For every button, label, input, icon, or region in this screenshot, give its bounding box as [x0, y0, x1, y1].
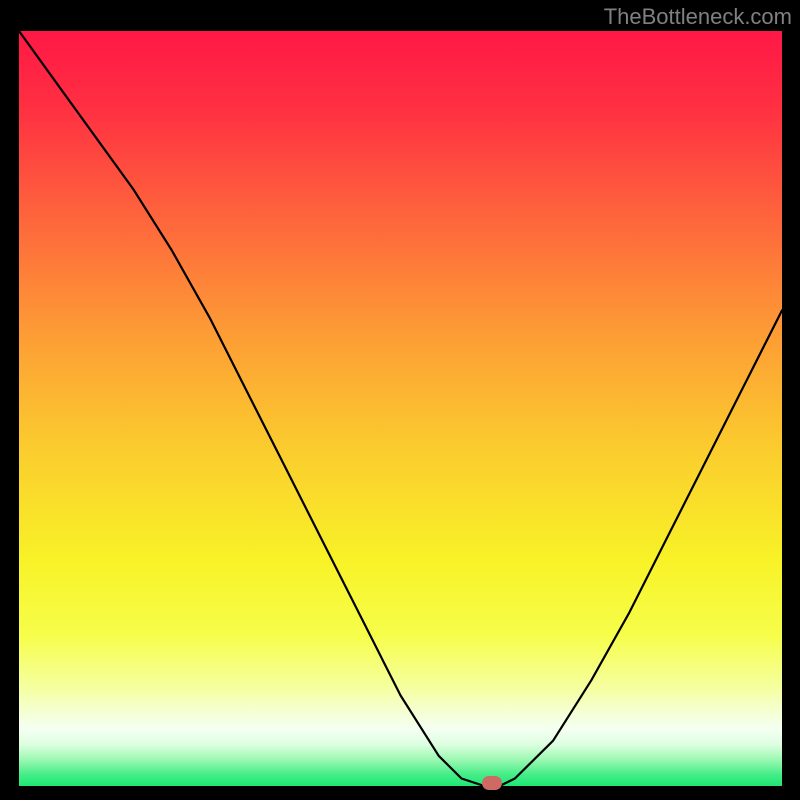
gradient-background	[19, 31, 782, 786]
plot-area	[19, 31, 782, 786]
attribution-text: TheBottleneck.com	[604, 4, 792, 30]
optimum-marker	[482, 776, 502, 790]
chart-frame: TheBottleneck.com	[0, 0, 800, 800]
chart-svg	[19, 31, 782, 786]
